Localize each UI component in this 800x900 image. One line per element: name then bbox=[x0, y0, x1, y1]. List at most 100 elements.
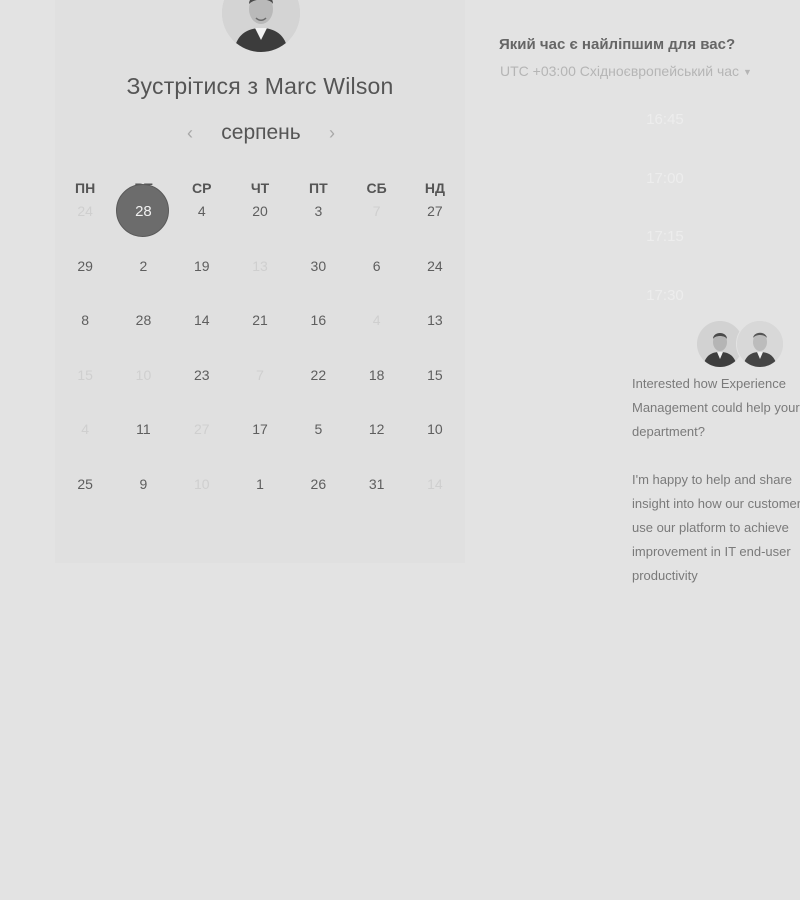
scheduler-page: Зустрітися з Marc Wilson ‹ серпень › ПН … bbox=[0, 0, 800, 900]
calendar-day-number: 27 bbox=[193, 421, 210, 437]
calendar-day-number: 24 bbox=[77, 203, 93, 219]
weekday-label: СР bbox=[192, 180, 212, 196]
description-paragraph: I'm happy to help and share insight into… bbox=[632, 472, 800, 583]
calendar-day[interactable]: 16 bbox=[289, 310, 347, 330]
calendar-day-selected[interactable]: 28 bbox=[114, 184, 172, 237]
calendar-day[interactable]: 24 bbox=[406, 256, 464, 276]
calendar-week-row: 4 11 27 17 5 12 10 bbox=[56, 419, 464, 439]
calendar-day[interactable]: 22 bbox=[289, 365, 347, 385]
calendar-day[interactable]: 8 bbox=[56, 310, 114, 330]
calendar-day[interactable]: 30 bbox=[289, 256, 347, 276]
calendar-day: 27 bbox=[173, 419, 231, 439]
time-slot[interactable]: 17:15 bbox=[600, 228, 730, 245]
calendar-day-number: 28 bbox=[135, 203, 152, 220]
calendar-day[interactable]: 28 bbox=[114, 310, 172, 330]
calendar-day-number: 3 bbox=[314, 203, 323, 219]
calendar-day-number: 19 bbox=[193, 258, 210, 274]
calendar-day-number: 9 bbox=[139, 476, 148, 492]
calendar-day[interactable]: 1 bbox=[231, 474, 289, 494]
weekday-label: ПН bbox=[75, 180, 96, 196]
weekday-label: НД bbox=[424, 180, 445, 196]
calendar-day: 14 bbox=[406, 474, 464, 494]
calendar-week-row: 8 28 14 21 16 4 13 bbox=[56, 310, 464, 330]
calendar-day[interactable]: 10 bbox=[406, 419, 464, 439]
calendar-day[interactable]: 14 bbox=[173, 310, 231, 330]
calendar-day-number: 15 bbox=[427, 367, 443, 383]
calendar-day-number: 24 bbox=[427, 258, 443, 274]
calendar-day-number: 25 bbox=[77, 476, 93, 492]
calendar-day: 10 bbox=[173, 474, 231, 494]
calendar-day-number: 5 bbox=[314, 421, 323, 437]
calendar-day[interactable]: 23 bbox=[173, 365, 231, 385]
calendar-day-number: 10 bbox=[193, 476, 210, 492]
time-slot[interactable]: 17:30 bbox=[600, 287, 730, 304]
calendar-day: 13 bbox=[231, 256, 289, 276]
host-description: Interested how Experience Management cou… bbox=[632, 372, 800, 612]
calendar-day[interactable]: 27 bbox=[406, 201, 464, 221]
calendar-week-row: 25 9 10 1 26 31 14 bbox=[56, 474, 464, 494]
caret-down-icon: ▼ bbox=[743, 67, 752, 78]
calendar-day: 7 bbox=[231, 365, 289, 385]
calendar-day[interactable]: 13 bbox=[406, 310, 464, 330]
calendar-day[interactable]: 17 bbox=[231, 419, 289, 439]
calendar-day[interactable]: 6 bbox=[347, 256, 405, 276]
calendar-day-number: 23 bbox=[193, 367, 210, 383]
calendar-day-number: 4 bbox=[197, 203, 206, 219]
calendar-day-number: 10 bbox=[427, 421, 443, 437]
weekday-label: ПТ bbox=[309, 180, 328, 196]
calendar-day[interactable]: 2 bbox=[114, 256, 172, 276]
calendar-day[interactable]: 20 bbox=[231, 201, 289, 221]
time-slot[interactable]: 16:45 bbox=[600, 111, 730, 128]
timezone-label: UTC +03:00 Східноєвропейський час bbox=[500, 63, 740, 79]
calendar-day[interactable]: 29 bbox=[56, 256, 114, 276]
calendar-day[interactable]: 11 bbox=[114, 419, 172, 439]
calendar-day-number: 27 bbox=[427, 203, 443, 219]
calendar-day[interactable]: 3 bbox=[289, 201, 347, 221]
calendar-day: 4 bbox=[347, 310, 405, 330]
calendar-day[interactable]: 9 bbox=[114, 474, 172, 494]
calendar-day[interactable]: 25 bbox=[56, 474, 114, 494]
calendar-day[interactable]: 5 bbox=[289, 419, 347, 439]
calendar-day[interactable]: 19 bbox=[173, 256, 231, 276]
calendar-day[interactable]: 21 bbox=[231, 310, 289, 330]
calendar-day-number: 4 bbox=[81, 421, 90, 437]
calendar-day-number: 14 bbox=[193, 312, 210, 328]
calendar-day[interactable]: 26 bbox=[289, 474, 347, 494]
calendar-day-number: 17 bbox=[252, 421, 268, 437]
calendar-day-number: 21 bbox=[252, 312, 268, 328]
calendar-day-number: 7 bbox=[256, 367, 264, 383]
month-navigation: ‹ серпень › bbox=[180, 118, 342, 148]
calendar-day[interactable]: 4 bbox=[173, 201, 231, 221]
timezone-select[interactable]: UTC +03:00 Східноєвропейський час ▼ bbox=[500, 63, 752, 79]
weekday-label: СБ bbox=[366, 180, 387, 196]
calendar-day-number: 7 bbox=[372, 203, 381, 219]
calendar-day[interactable]: 18 bbox=[347, 365, 405, 385]
next-month-button[interactable]: › bbox=[322, 123, 342, 144]
calendar-day[interactable]: 12 bbox=[347, 419, 405, 439]
prev-month-button[interactable]: ‹ bbox=[180, 123, 200, 144]
time-slot[interactable]: 17:00 bbox=[600, 170, 730, 187]
calendar-day-number: 31 bbox=[368, 476, 385, 492]
calendar-day-number: 18 bbox=[368, 367, 385, 383]
calendar-day-number: 12 bbox=[368, 421, 385, 437]
month-label: серпень bbox=[221, 121, 301, 144]
calendar-day[interactable]: 15 bbox=[406, 365, 464, 385]
calendar-week-row: 24 28 4 20 3 7 27 bbox=[56, 184, 464, 237]
meeting-title: Зустрітися з Marc Wilson bbox=[126, 73, 394, 99]
calendar-day-number: 14 bbox=[427, 476, 443, 492]
calendar-day-number: 11 bbox=[136, 421, 151, 437]
calendar-day-number: 13 bbox=[252, 258, 268, 274]
team-avatars bbox=[696, 320, 786, 368]
calendar-day[interactable]: 31 bbox=[347, 474, 405, 494]
calendar-week-row: 29 2 19 13 30 6 24 bbox=[56, 256, 464, 276]
calendar-day: 15 bbox=[56, 365, 114, 385]
time-question-heading: Який час є найліпшим для вас? bbox=[499, 36, 736, 53]
calendar-day-number: 6 bbox=[372, 258, 381, 274]
calendar-day-number: 26 bbox=[310, 476, 327, 492]
calendar-day: 7 bbox=[347, 201, 405, 221]
calendar-day-number: 22 bbox=[310, 367, 327, 383]
person-avatar-icon bbox=[736, 320, 784, 368]
calendar-day-number: 4 bbox=[372, 312, 381, 328]
description-paragraph: Interested how Experience Management cou… bbox=[632, 376, 800, 439]
calendar-day: 10 bbox=[114, 365, 172, 385]
